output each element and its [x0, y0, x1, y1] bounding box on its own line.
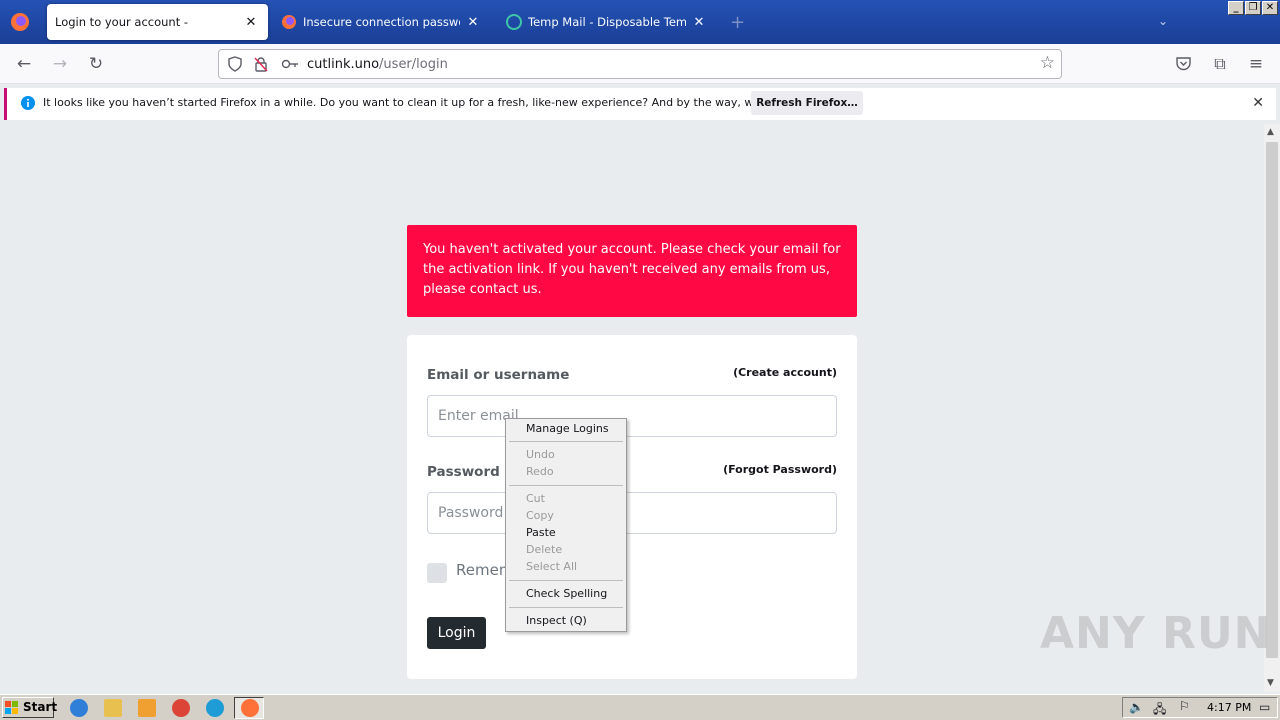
menu-item-cut[interactable]: Cut — [526, 492, 545, 505]
scrollbar[interactable]: ▲ ▼ — [1264, 124, 1280, 692]
system-tray: 🔈 🖧 ⚐ 4:17 PM ▭ — [1122, 697, 1278, 718]
restore-button[interactable]: ❐ — [1245, 1, 1261, 15]
context-menu: Manage Logins Undo Redo Cut Copy Paste D… — [505, 418, 627, 632]
internet-explorer-icon[interactable] — [70, 699, 88, 717]
scrollbar-thumb[interactable] — [1266, 142, 1278, 658]
password-label: Password — [427, 464, 500, 480]
url-text: cutlink.uno/user/login — [307, 57, 448, 72]
url-path: /user/login — [379, 57, 448, 72]
activation-alert: You haven't activated your account. Plea… — [407, 225, 857, 317]
flag-icon[interactable]: ⚐ — [1179, 699, 1190, 713]
forward-arrow-icon[interactable]: → — [50, 54, 70, 74]
shield-icon[interactable] — [227, 56, 243, 72]
chrome-icon[interactable] — [172, 699, 190, 717]
menu-item-check-spelling[interactable]: Check Spelling — [526, 587, 607, 600]
menu-separator — [509, 441, 623, 442]
volume-icon[interactable]: 🔈 — [1129, 700, 1144, 714]
new-tab-button[interactable]: + — [730, 12, 745, 33]
star-icon[interactable]: ☆ — [1040, 53, 1055, 73]
menu-item-redo[interactable]: Redo — [526, 465, 554, 478]
taskbar-firefox-button[interactable] — [234, 697, 264, 719]
clock: 4:17 PM — [1207, 701, 1252, 714]
firefox-icon — [282, 15, 296, 29]
pocket-icon[interactable] — [1175, 56, 1192, 72]
show-desktop-icon[interactable]: ▭ — [1259, 700, 1270, 714]
forgot-password-link[interactable]: (Forgot Password) — [723, 463, 837, 476]
extensions-icon[interactable]: ⧉ — [1210, 54, 1230, 74]
close-icon[interactable]: ✕ — [464, 15, 482, 30]
media-player-icon[interactable] — [138, 699, 156, 717]
windows-logo-icon — [5, 701, 18, 714]
edge-icon[interactable] — [206, 699, 224, 717]
page-content: You haven't activated your account. Plea… — [0, 124, 1264, 692]
key-icon[interactable] — [281, 58, 299, 70]
info-icon — [21, 96, 35, 110]
hamburger-menu-icon[interactable]: ≡ — [1246, 54, 1266, 74]
notification-bar: It looks like you haven’t started Firefo… — [4, 88, 1276, 120]
minimize-button[interactable]: _ — [1228, 1, 1244, 15]
tab-strip: Login to your account - ✕ Insecure conne… — [0, 0, 1280, 44]
temp-mail-icon — [506, 14, 522, 30]
insecure-lock-icon[interactable] — [253, 56, 269, 72]
taskbar: Start 🔈 🖧 ⚐ 4:17 PM ▭ — [0, 694, 1280, 720]
folder-icon[interactable] — [104, 699, 122, 717]
refresh-firefox-button[interactable]: Refresh Firefox… — [751, 91, 863, 115]
menu-item-manage-logins[interactable]: Manage Logins — [526, 422, 609, 435]
login-button[interactable]: Login — [427, 617, 486, 649]
url-host: cutlink.uno — [307, 57, 380, 72]
chevron-down-icon[interactable]: ⌄ — [1158, 14, 1168, 28]
tab-title: Login to your account - — [55, 15, 189, 29]
password-input[interactable]: Password — [427, 492, 837, 534]
tab-title: Insecure connection password war — [303, 15, 460, 29]
anyrun-watermark: ANY RUN — [1040, 608, 1272, 659]
create-account-link[interactable]: (Create account) — [733, 366, 837, 379]
close-icon[interactable]: ✕ — [1252, 95, 1264, 111]
reload-icon[interactable]: ↻ — [86, 54, 106, 74]
scroll-up-arrow-icon[interactable]: ▲ — [1267, 127, 1274, 137]
menu-item-delete[interactable]: Delete — [526, 543, 562, 556]
notification-text: It looks like you haven’t started Firefo… — [43, 96, 828, 109]
tab-temp-mail[interactable]: Temp Mail - Disposable Temporary E ✕ — [498, 4, 716, 40]
menu-item-select-all[interactable]: Select All — [526, 560, 577, 573]
tab-title: Temp Mail - Disposable Temporary E — [528, 15, 686, 29]
login-card: Email or username (Create account) Enter… — [407, 335, 857, 679]
close-icon[interactable]: ✕ — [690, 15, 708, 30]
menu-item-copy[interactable]: Copy — [526, 509, 554, 522]
window-controls: _ ❐ ✕ — [1228, 1, 1278, 15]
network-icon[interactable]: 🖧 — [1153, 700, 1166, 720]
url-bar[interactable]: cutlink.uno/user/login ☆ — [218, 49, 1062, 79]
close-icon[interactable]: ✕ — [242, 15, 260, 30]
email-input[interactable]: Enter email — [427, 395, 837, 437]
remember-checkbox[interactable] — [427, 563, 447, 583]
menu-separator — [509, 607, 623, 608]
menu-separator — [509, 580, 623, 581]
menu-item-paste[interactable]: Paste — [526, 526, 556, 539]
tab-insecure-connection[interactable]: Insecure connection password war ✕ — [273, 4, 490, 40]
close-window-button[interactable]: ✕ — [1262, 1, 1278, 15]
firefox-icon[interactable] — [10, 12, 30, 32]
tab-login[interactable]: Login to your account - ✕ — [47, 4, 268, 40]
firefox-icon — [241, 699, 259, 717]
email-label: Email or username — [427, 367, 570, 383]
navigation-toolbar: ← → ↻ cutlink.uno/user/login ☆ ⧉ ≡ — [0, 44, 1280, 84]
scroll-down-arrow-icon[interactable]: ▼ — [1267, 678, 1274, 688]
menu-item-inspect[interactable]: Inspect (Q) — [526, 614, 587, 627]
menu-separator — [509, 485, 623, 486]
back-arrow-icon[interactable]: ← — [14, 54, 34, 74]
menu-item-undo[interactable]: Undo — [526, 448, 555, 461]
